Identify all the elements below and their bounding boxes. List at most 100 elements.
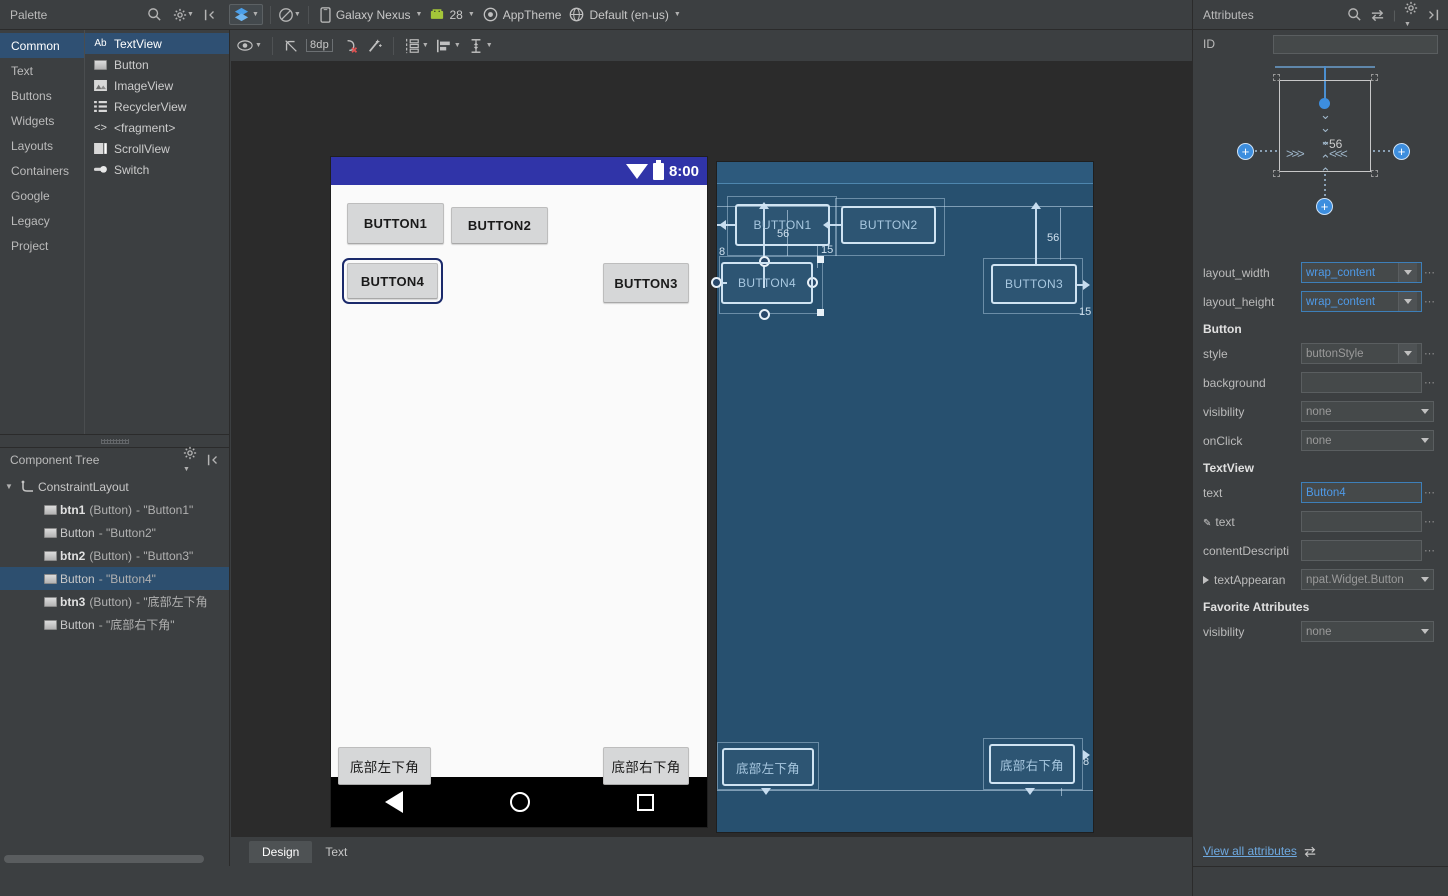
search-icon[interactable]: [1347, 7, 1362, 22]
background-input[interactable]: [1301, 372, 1422, 393]
gear-icon[interactable]: ▼: [1404, 1, 1418, 29]
chevron-down-icon[interactable]: [1421, 577, 1429, 582]
collapse-icon[interactable]: [206, 453, 220, 467]
chevron-down-icon[interactable]: ▼: [0, 482, 18, 491]
design-mode-button[interactable]: ▼: [228, 4, 263, 25]
collapse-icon[interactable]: [203, 5, 217, 25]
tree-node-button2[interactable]: Button - "Button2": [0, 521, 229, 544]
constraint-widget[interactable]: 56 ⌄⌄⌄ ⌃⌃⌃ >>> <<< + + +: [1193, 58, 1448, 258]
palette-category-text[interactable]: Text: [0, 58, 84, 83]
chevron-down-icon[interactable]: [1421, 438, 1429, 443]
locale-selector[interactable]: Default (en-us) ▼: [565, 7, 684, 22]
text-input[interactable]: Button4: [1301, 482, 1422, 503]
infer-constraints-icon[interactable]: [367, 35, 383, 57]
palette-category-google[interactable]: Google: [0, 183, 84, 208]
style-combo[interactable]: buttonStyle: [1301, 343, 1422, 364]
tree-node-constraintlayout[interactable]: ▼ ConstraintLayout: [0, 475, 229, 498]
visibility-combo[interactable]: none: [1301, 401, 1434, 422]
device-preview[interactable]: 8:00 BUTTON1 BUTTON2 BUTTON4 BUTTON3 底部左…: [331, 157, 707, 827]
blueprint-button3[interactable]: BUTTON3: [991, 264, 1077, 304]
palette-category-containers[interactable]: Containers: [0, 158, 84, 183]
default-margin-button[interactable]: 8dp: [305, 39, 333, 52]
blueprint-resize-handle-tr[interactable]: [817, 256, 824, 263]
tree-node-btn1[interactable]: btn1 (Button) - "Button1": [0, 498, 229, 521]
clear-constraints-icon[interactable]: [344, 35, 360, 57]
eye-icon[interactable]: ▼: [237, 35, 262, 57]
guidelines-icon[interactable]: ▼: [404, 35, 429, 57]
palette-item-fragment[interactable]: <> <fragment>: [85, 117, 229, 138]
collapse-panel-icon[interactable]: [1426, 8, 1440, 22]
tree-node-button4[interactable]: Button - "Button4": [0, 567, 229, 590]
chevron-down-icon[interactable]: [1398, 292, 1417, 311]
home-circle-icon[interactable]: [509, 792, 530, 812]
text-more-icon[interactable]: ⋯: [1422, 486, 1438, 499]
chevron-down-icon[interactable]: [1421, 629, 1429, 634]
content-description-more-icon[interactable]: ⋯: [1422, 544, 1438, 557]
constraint-horizontal-chevrons-left[interactable]: >>>: [1286, 146, 1305, 161]
palette-category-common[interactable]: Common: [0, 33, 84, 58]
tree-node-btn2[interactable]: btn2 (Button) - "Button3": [0, 544, 229, 567]
baseline-guide-icon[interactable]: ▼: [468, 35, 493, 57]
chevron-down-icon[interactable]: [1421, 409, 1429, 414]
expand-triangle-icon[interactable]: [1203, 575, 1209, 584]
style-more-icon[interactable]: ⋯: [1422, 347, 1438, 360]
swap-icon[interactable]: [1370, 8, 1385, 22]
text-design-input[interactable]: [1301, 511, 1422, 532]
palette-item-switch[interactable]: Switch: [85, 159, 229, 180]
palette-item-textview[interactable]: Ab TextView: [85, 33, 229, 54]
preview-button4[interactable]: BUTTON4: [342, 258, 443, 304]
palette-item-recyclerview[interactable]: RecyclerView: [85, 96, 229, 117]
blueprint-button-bottom-right[interactable]: 底部右下角: [989, 744, 1075, 784]
blueprint-mode-icon[interactable]: ▼: [278, 5, 301, 25]
gear-icon[interactable]: ▼: [183, 446, 197, 474]
layout-height-more-icon[interactable]: ⋯: [1422, 295, 1438, 308]
preview-button2[interactable]: BUTTON2: [451, 207, 548, 244]
blueprint-button4[interactable]: BUTTON4: [721, 262, 813, 304]
tab-design[interactable]: Design: [249, 840, 313, 863]
background-more-icon[interactable]: ⋯: [1422, 376, 1438, 389]
align-icon[interactable]: ▼: [436, 35, 461, 57]
theme-selector[interactable]: AppTheme: [479, 7, 566, 22]
constraint-add-bottom-icon[interactable]: +: [1316, 198, 1333, 215]
recents-square-icon[interactable]: [636, 793, 654, 811]
text-design-more-icon[interactable]: ⋯: [1422, 515, 1438, 528]
constraint-add-left-icon[interactable]: +: [1237, 143, 1254, 160]
back-triangle-icon[interactable]: [384, 791, 403, 813]
palette-category-layouts[interactable]: Layouts: [0, 133, 84, 158]
palette-category-widgets[interactable]: Widgets: [0, 108, 84, 133]
blueprint-button2[interactable]: BUTTON2: [841, 206, 936, 244]
design-canvas[interactable]: 8:00 BUTTON1 BUTTON2 BUTTON4 BUTTON3 底部左…: [231, 62, 1192, 866]
favorite-visibility-combo[interactable]: none: [1301, 621, 1434, 642]
id-input[interactable]: [1273, 34, 1438, 54]
constraint-add-right-icon[interactable]: +: [1393, 143, 1410, 160]
preview-button-bottom-left[interactable]: 底部左下角: [338, 747, 431, 785]
preview-button1[interactable]: BUTTON1: [347, 203, 444, 244]
palette-category-buttons[interactable]: Buttons: [0, 83, 84, 108]
chevron-down-icon[interactable]: [1398, 263, 1417, 282]
device-selector[interactable]: Galaxy Nexus ▼: [316, 6, 427, 23]
constraint-horizontal-chevrons-right[interactable]: <<<: [1329, 146, 1348, 161]
onclick-combo[interactable]: none: [1301, 430, 1434, 451]
palette-item-button[interactable]: Button: [85, 54, 229, 75]
blueprint-preview[interactable]: BUTTON1 BUTTON2 BUTTON4 BUTTON3 底部左下角 底部…: [711, 162, 1093, 832]
palette-item-scrollview[interactable]: ScrollView: [85, 138, 229, 159]
tree-node-button-bottom-right[interactable]: Button - "底部右下角": [0, 613, 229, 636]
layout-height-combo[interactable]: wrap_content: [1301, 291, 1422, 312]
text-appearance-combo[interactable]: npat.Widget.Button: [1301, 569, 1434, 590]
palette-category-project[interactable]: Project: [0, 233, 84, 258]
search-icon[interactable]: [147, 5, 162, 25]
no-autoconnect-icon[interactable]: [283, 35, 299, 57]
blueprint-button-bottom-left[interactable]: 底部左下角: [722, 748, 814, 786]
api-level-selector[interactable]: 28 ▼: [426, 8, 478, 22]
content-description-input[interactable]: [1301, 540, 1422, 561]
palette-category-legacy[interactable]: Legacy: [0, 208, 84, 233]
tree-node-btn3[interactable]: btn3 (Button) - "底部左下角: [0, 590, 229, 613]
view-all-attributes-link[interactable]: View all attributes: [1203, 844, 1317, 858]
component-tree-scrollbar[interactable]: [0, 852, 229, 866]
blueprint-resize-handle-br[interactable]: [817, 309, 824, 316]
chevron-down-icon[interactable]: [1398, 344, 1417, 363]
tab-text[interactable]: Text: [312, 841, 360, 863]
palette-item-imageview[interactable]: ImageView: [85, 75, 229, 96]
gear-icon[interactable]: ▼: [173, 5, 194, 25]
blueprint-anchor-button4-bottom[interactable]: [759, 309, 770, 320]
